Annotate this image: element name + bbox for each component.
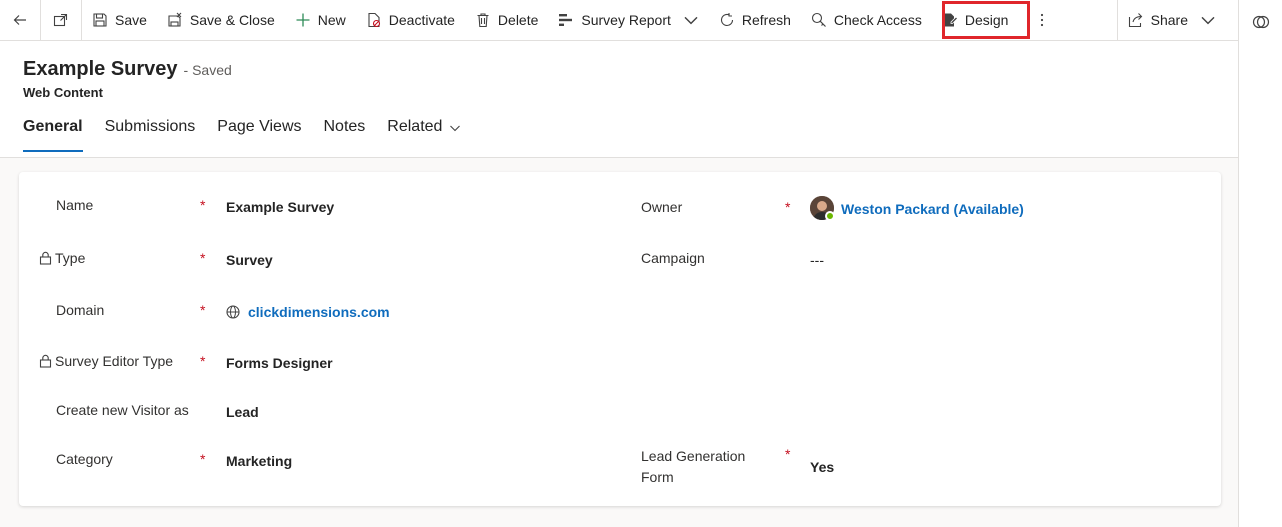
- campaign-field[interactable]: ---: [810, 252, 824, 268]
- record-header: Example Survey - Saved Web Content Gener…: [0, 41, 1238, 158]
- trash-icon: [475, 12, 491, 28]
- deactivate-icon: [366, 12, 382, 28]
- check-access-icon: [811, 12, 827, 28]
- copilot-icon[interactable]: [1252, 13, 1270, 31]
- type-field[interactable]: Survey: [226, 252, 273, 268]
- lock-icon: [39, 354, 52, 368]
- required-indicator: *: [200, 250, 206, 266]
- design-icon: [942, 12, 958, 28]
- required-indicator: *: [785, 199, 791, 215]
- check-access-button[interactable]: Check Access: [801, 0, 932, 41]
- refresh-label: Refresh: [741, 12, 791, 28]
- category-field[interactable]: Marketing: [226, 453, 292, 469]
- share-icon: [1128, 12, 1144, 28]
- new-button[interactable]: New: [285, 0, 356, 41]
- lead-generation-label-line2: Form: [641, 469, 674, 485]
- tab-list: General Submissions Page Views Notes Rel…: [23, 118, 483, 152]
- chevron-down-icon: [1201, 16, 1215, 25]
- type-label-row: Type: [39, 250, 85, 266]
- tab-page-views[interactable]: Page Views: [217, 118, 301, 152]
- tab-label: Page Views: [217, 118, 302, 135]
- open-in-new-window-icon: [53, 12, 69, 28]
- report-icon: [558, 12, 574, 28]
- back-arrow-icon: [12, 12, 28, 28]
- tab-notes[interactable]: Notes: [324, 118, 366, 152]
- presence-available-icon: [825, 211, 835, 221]
- required-indicator: *: [200, 451, 206, 467]
- entity-name: Web Content: [23, 85, 103, 100]
- required-indicator: *: [200, 302, 206, 318]
- share-label: Share: [1150, 12, 1188, 28]
- save-icon: [92, 12, 108, 28]
- tab-related[interactable]: Related: [387, 118, 461, 152]
- side-pane-strip: [1238, 0, 1282, 527]
- editor-type-field[interactable]: Forms Designer: [226, 355, 333, 371]
- open-new-window-button[interactable]: [41, 0, 81, 41]
- refresh-icon: [719, 12, 735, 28]
- globe-icon: [226, 305, 240, 319]
- command-bar: Save Save & Close New Deactivate Delete …: [0, 0, 1238, 41]
- lead-generation-label: Lead Generation Form: [641, 446, 745, 488]
- deactivate-button[interactable]: Deactivate: [356, 0, 465, 41]
- survey-report-button[interactable]: Survey Report: [548, 0, 708, 41]
- tab-label: Related: [387, 118, 443, 135]
- save-and-close-label: Save & Close: [189, 12, 275, 28]
- delete-button[interactable]: Delete: [465, 0, 548, 41]
- chevron-down-icon: [450, 125, 461, 132]
- lead-generation-label-line1: Lead Generation: [641, 448, 746, 464]
- visitor-label: Create new Visitor as: [56, 402, 189, 418]
- domain-link[interactable]: clickdimensions.com: [248, 304, 390, 320]
- lead-generation-field[interactable]: Yes: [810, 459, 834, 475]
- delete-label: Delete: [497, 12, 539, 28]
- required-indicator: *: [785, 446, 791, 462]
- tab-label: Notes: [323, 118, 366, 135]
- save-and-close-button[interactable]: Save & Close: [157, 0, 285, 41]
- deactivate-label: Deactivate: [388, 12, 455, 28]
- campaign-label: Campaign: [641, 250, 705, 266]
- type-label: Type: [55, 250, 86, 266]
- save-label: Save: [115, 12, 147, 28]
- name-field[interactable]: Example Survey: [226, 199, 334, 215]
- survey-report-label: Survey Report: [581, 12, 671, 28]
- share-button[interactable]: Share: [1118, 0, 1238, 41]
- save-button[interactable]: Save: [82, 0, 157, 41]
- required-indicator: *: [200, 353, 206, 369]
- refresh-button[interactable]: Refresh: [709, 0, 801, 41]
- new-label: New: [317, 12, 346, 28]
- visitor-field[interactable]: Lead: [226, 404, 259, 420]
- domain-label: Domain: [56, 302, 105, 318]
- save-status: - Saved: [183, 62, 232, 78]
- owner-label: Owner: [641, 199, 683, 215]
- tab-general[interactable]: General: [23, 118, 83, 152]
- editor-label-row: Survey Editor Type: [39, 353, 173, 369]
- plus-icon: [295, 12, 311, 28]
- domain-field[interactable]: clickdimensions.com: [226, 304, 390, 320]
- save-and-close-icon: [167, 12, 183, 28]
- owner-link[interactable]: Weston Packard (Available): [841, 201, 1024, 217]
- general-section-card: Name * Example Survey Type * Survey Doma…: [19, 172, 1221, 506]
- title-row: Example Survey - Saved: [23, 58, 232, 81]
- tab-label: General: [23, 118, 83, 135]
- chevron-down-icon: [684, 16, 698, 25]
- back-button[interactable]: [0, 0, 40, 41]
- tab-label: Submissions: [104, 118, 196, 135]
- name-label: Name: [56, 197, 94, 213]
- more-vertical-icon: [1034, 12, 1050, 28]
- required-indicator: *: [200, 197, 206, 213]
- category-label: Category: [56, 451, 113, 467]
- tab-submissions[interactable]: Submissions: [105, 118, 196, 152]
- check-access-label: Check Access: [833, 12, 922, 28]
- page-title: Example Survey: [23, 58, 178, 80]
- lock-icon: [39, 251, 52, 265]
- design-button[interactable]: Design: [932, 0, 1019, 41]
- editor-type-label: Survey Editor Type: [55, 353, 174, 369]
- more-commands-button[interactable]: [1022, 0, 1062, 41]
- design-label: Design: [964, 12, 1009, 28]
